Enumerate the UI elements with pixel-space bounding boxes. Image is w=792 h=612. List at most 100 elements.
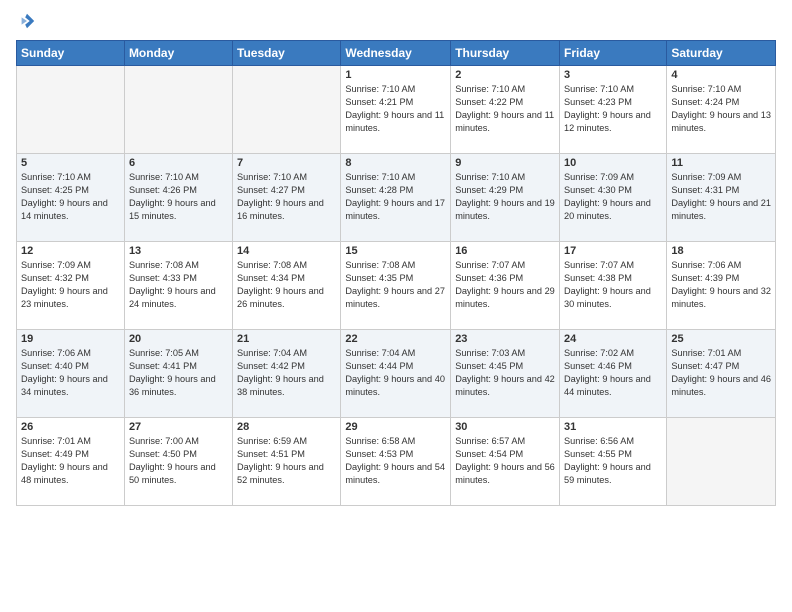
day-number: 14 [237,245,336,257]
day-number: 12 [21,245,120,257]
day-number: 4 [671,69,771,81]
day-info: Sunrise: 7:01 AMSunset: 4:49 PMDaylight:… [21,435,120,487]
calendar-day-cell: 7 Sunrise: 7:10 AMSunset: 4:27 PMDaylight… [233,154,341,242]
calendar-day-cell: 28 Sunrise: 6:59 AMSunset: 4:51 PMDayligh… [233,418,341,506]
day-number: 20 [129,333,228,345]
day-number: 28 [237,421,336,433]
day-number: 16 [455,245,555,257]
day-info: Sunrise: 6:59 AMSunset: 4:51 PMDaylight:… [237,435,336,487]
calendar-week-row: 1 Sunrise: 7:10 AMSunset: 4:21 PMDaylight… [17,66,776,154]
calendar-day-cell [17,66,125,154]
day-info: Sunrise: 7:08 AMSunset: 4:35 PMDaylight:… [345,259,446,311]
day-info: Sunrise: 7:10 AMSunset: 4:27 PMDaylight:… [237,171,336,223]
calendar-day-cell: 10 Sunrise: 7:09 AMSunset: 4:30 PMDayligh… [560,154,667,242]
day-info: Sunrise: 7:04 AMSunset: 4:44 PMDaylight:… [345,347,446,399]
calendar-day-cell [667,418,776,506]
day-number: 11 [671,157,771,169]
day-number: 1 [345,69,446,81]
day-info: Sunrise: 7:06 AMSunset: 4:39 PMDaylight:… [671,259,771,311]
calendar-day-cell: 15 Sunrise: 7:08 AMSunset: 4:35 PMDayligh… [341,242,451,330]
calendar-day-cell [233,66,341,154]
day-info: Sunrise: 7:07 AMSunset: 4:38 PMDaylight:… [564,259,662,311]
day-number: 25 [671,333,771,345]
day-info: Sunrise: 6:58 AMSunset: 4:53 PMDaylight:… [345,435,446,487]
col-monday: Monday [124,41,232,66]
day-info: Sunrise: 7:08 AMSunset: 4:34 PMDaylight:… [237,259,336,311]
day-info: Sunrise: 7:10 AMSunset: 4:21 PMDaylight:… [345,83,446,135]
col-wednesday: Wednesday [341,41,451,66]
page: Sunday Monday Tuesday Wednesday Thursday… [0,0,792,612]
calendar-day-cell: 4 Sunrise: 7:10 AMSunset: 4:24 PMDaylight… [667,66,776,154]
day-info: Sunrise: 7:02 AMSunset: 4:46 PMDaylight:… [564,347,662,399]
calendar-day-cell: 31 Sunrise: 6:56 AMSunset: 4:55 PMDayligh… [560,418,667,506]
day-number: 9 [455,157,555,169]
calendar-week-row: 12 Sunrise: 7:09 AMSunset: 4:32 PMDayligh… [17,242,776,330]
day-info: Sunrise: 7:10 AMSunset: 4:29 PMDaylight:… [455,171,555,223]
day-number: 17 [564,245,662,257]
calendar-day-cell: 26 Sunrise: 7:01 AMSunset: 4:49 PMDayligh… [17,418,125,506]
day-info: Sunrise: 7:01 AMSunset: 4:47 PMDaylight:… [671,347,771,399]
calendar-day-cell: 29 Sunrise: 6:58 AMSunset: 4:53 PMDayligh… [341,418,451,506]
day-number: 19 [21,333,120,345]
col-tuesday: Tuesday [233,41,341,66]
day-number: 22 [345,333,446,345]
day-info: Sunrise: 7:10 AMSunset: 4:25 PMDaylight:… [21,171,120,223]
calendar-day-cell [124,66,232,154]
day-number: 2 [455,69,555,81]
day-number: 30 [455,421,555,433]
day-info: Sunrise: 7:03 AMSunset: 4:45 PMDaylight:… [455,347,555,399]
day-info: Sunrise: 7:10 AMSunset: 4:24 PMDaylight:… [671,83,771,135]
day-info: Sunrise: 7:10 AMSunset: 4:23 PMDaylight:… [564,83,662,135]
col-thursday: Thursday [451,41,560,66]
col-saturday: Saturday [667,41,776,66]
calendar-day-cell: 14 Sunrise: 7:08 AMSunset: 4:34 PMDayligh… [233,242,341,330]
day-number: 31 [564,421,662,433]
day-info: Sunrise: 7:09 AMSunset: 4:32 PMDaylight:… [21,259,120,311]
day-number: 18 [671,245,771,257]
logo [16,12,36,32]
calendar-day-cell: 13Sunrise: 7:08 AMSunset: 4:33 PMDayligh… [124,242,232,330]
calendar-day-cell: 6Sunrise: 7:10 AMSunset: 4:26 PMDaylight… [124,154,232,242]
calendar-day-cell: 18 Sunrise: 7:06 AMSunset: 4:39 PMDayligh… [667,242,776,330]
calendar-week-row: 5 Sunrise: 7:10 AMSunset: 4:25 PMDaylight… [17,154,776,242]
calendar-day-cell: 3Sunrise: 7:10 AMSunset: 4:23 PMDaylight… [560,66,667,154]
day-info: Sunrise: 6:57 AMSunset: 4:54 PMDaylight:… [455,435,555,487]
day-number: 29 [345,421,446,433]
day-number: 5 [21,157,120,169]
day-info: Sunrise: 6:56 AMSunset: 4:55 PMDaylight:… [564,435,662,487]
day-info: Sunrise: 7:05 AMSunset: 4:41 PMDaylight:… [129,347,228,399]
day-number: 10 [564,157,662,169]
day-number: 6 [129,157,228,169]
calendar-header-row: Sunday Monday Tuesday Wednesday Thursday… [17,41,776,66]
calendar-day-cell: 23 Sunrise: 7:03 AMSunset: 4:45 PMDayligh… [451,330,560,418]
day-number: 15 [345,245,446,257]
day-number: 27 [129,421,228,433]
calendar-day-cell: 16 Sunrise: 7:07 AMSunset: 4:36 PMDayligh… [451,242,560,330]
day-info: Sunrise: 7:08 AMSunset: 4:33 PMDaylight:… [129,259,228,311]
calendar-day-cell: 9 Sunrise: 7:10 AMSunset: 4:29 PMDaylight… [451,154,560,242]
calendar-day-cell: 8 Sunrise: 7:10 AMSunset: 4:28 PMDaylight… [341,154,451,242]
day-info: Sunrise: 7:10 AMSunset: 4:28 PMDaylight:… [345,171,446,223]
calendar-day-cell: 11Sunrise: 7:09 AMSunset: 4:31 PMDayligh… [667,154,776,242]
calendar-day-cell: 20 Sunrise: 7:05 AMSunset: 4:41 PMDayligh… [124,330,232,418]
col-friday: Friday [560,41,667,66]
calendar-day-cell: 2 Sunrise: 7:10 AMSunset: 4:22 PMDaylight… [451,66,560,154]
day-number: 21 [237,333,336,345]
day-number: 7 [237,157,336,169]
day-info: Sunrise: 7:00 AMSunset: 4:50 PMDaylight:… [129,435,228,487]
calendar-day-cell: 1 Sunrise: 7:10 AMSunset: 4:21 PMDaylight… [341,66,451,154]
calendar-day-cell: 19Sunrise: 7:06 AMSunset: 4:40 PMDayligh… [17,330,125,418]
day-info: Sunrise: 7:10 AMSunset: 4:22 PMDaylight:… [455,83,555,135]
day-info: Sunrise: 7:09 AMSunset: 4:30 PMDaylight:… [564,171,662,223]
calendar-week-row: 26 Sunrise: 7:01 AMSunset: 4:49 PMDayligh… [17,418,776,506]
calendar-day-cell: 17 Sunrise: 7:07 AMSunset: 4:38 PMDayligh… [560,242,667,330]
calendar-day-cell: 5 Sunrise: 7:10 AMSunset: 4:25 PMDaylight… [17,154,125,242]
calendar-day-cell: 27 Sunrise: 7:00 AMSunset: 4:50 PMDayligh… [124,418,232,506]
day-number: 8 [345,157,446,169]
day-number: 26 [21,421,120,433]
calendar-day-cell: 21Sunrise: 7:04 AMSunset: 4:42 PMDayligh… [233,330,341,418]
calendar-day-cell: 30 Sunrise: 6:57 AMSunset: 4:54 PMDayligh… [451,418,560,506]
calendar-day-cell: 12 Sunrise: 7:09 AMSunset: 4:32 PMDayligh… [17,242,125,330]
day-info: Sunrise: 7:07 AMSunset: 4:36 PMDaylight:… [455,259,555,311]
day-number: 23 [455,333,555,345]
